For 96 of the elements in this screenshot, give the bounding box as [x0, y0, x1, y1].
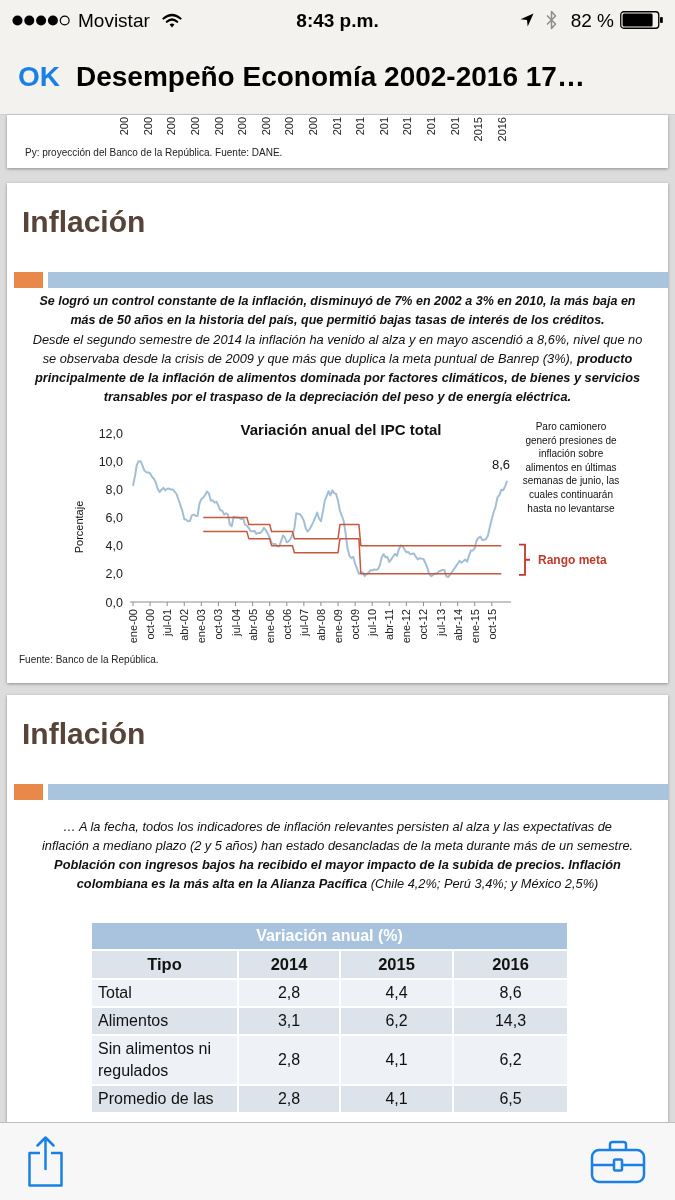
column-header: 2016	[454, 951, 567, 978]
axis-label: 201	[426, 117, 437, 136]
x-tick-label: abr-08	[314, 609, 327, 641]
table-cell: 6,5	[454, 1086, 567, 1112]
slide-paragraph: Desde el segundo semestre de 2014 la inflación ha venido al alza y en mayo ascendió a 8,6%, nivel que no se observaba desde la crisis de 2009 y que más que duplica la meta puntual de Banrep (3%), producto principalmente de la inflación de alimentos dominada por factores climáticos, de bienes y servicios transables por el traspaso de la depreciación del peso y de energía eléctrica.	[31, 331, 644, 406]
table-cell: Alimentos	[92, 1008, 237, 1034]
y-tick-label: 12,0	[98, 426, 123, 441]
y-axis-title: Porcentaje	[73, 500, 85, 554]
y-tick-label: 8,0	[105, 482, 123, 497]
x-tick-label: oct-03	[212, 609, 225, 640]
table-cell: 6,2	[454, 1036, 567, 1084]
table-cell: Sin alimentos ni regulados	[92, 1036, 237, 1084]
x-tick-label: oct-06	[280, 609, 293, 640]
y-tick-label: 2,0	[105, 567, 123, 582]
x-tick-label: abr-14	[451, 609, 464, 641]
accent-block	[14, 272, 43, 288]
range-bracket	[518, 543, 531, 576]
column-header: Tipo	[92, 951, 237, 978]
x-tick-label: abr-05	[246, 609, 259, 641]
chart-note: Paro camionero generó presiones de inflación sobre alimentos en últimas semanas de junio, las cuales continuarán hasta no levantarse	[521, 420, 621, 516]
battery-icon	[620, 11, 663, 29]
x-tick-label: oct-00	[144, 609, 157, 640]
location-arrow-icon	[519, 13, 534, 27]
axis-label: 200	[190, 117, 202, 136]
x-tick-label: oct-12	[417, 609, 430, 640]
axis-label: 200	[237, 117, 249, 136]
table-cell: 4,1	[341, 1036, 452, 1084]
x-tick-label: oct-09	[349, 609, 362, 640]
table-cell: 4,4	[341, 980, 452, 1006]
axis-label: 2015	[473, 117, 485, 142]
toolbox-icon	[590, 1140, 646, 1184]
status-time: 8:43 p.m.	[296, 10, 379, 30]
x-tick-label: jul-07	[297, 609, 310, 636]
table-cell: 2,8	[239, 1086, 339, 1112]
x-tick-label: ene-06	[263, 609, 276, 644]
column-header: 2015	[341, 951, 452, 978]
data-label: 8,6	[491, 456, 511, 472]
share-button[interactable]	[27, 1135, 64, 1187]
axis-label: 200	[213, 117, 225, 136]
axis-label: 201	[378, 117, 390, 136]
slide-title: Inflación	[22, 717, 146, 751]
x-tick-label: oct-15	[485, 609, 498, 640]
carrier-name: Movistar	[78, 10, 150, 30]
table-cell: 4,1	[341, 1086, 452, 1112]
axis-label: 201	[331, 117, 343, 136]
signal-strength-icon	[12, 14, 70, 26]
share-icon	[27, 1135, 64, 1187]
table-cell: Total	[92, 980, 237, 1006]
table-cell: 14,3	[454, 1008, 567, 1034]
bluetooth-icon	[545, 10, 557, 30]
x-tick-label: ene-12	[400, 609, 413, 644]
table-cell: 8,6	[454, 980, 567, 1006]
x-tick-label: abr-11	[383, 609, 396, 640]
axis-label: 200	[142, 117, 154, 136]
document-title: Desempeño Economía 2002-2016 17…	[76, 63, 585, 91]
axis-label: 201	[355, 117, 367, 136]
axis-label: 201	[449, 117, 461, 136]
toolbox-button[interactable]	[590, 1140, 646, 1184]
slide-title: Inflación	[22, 205, 146, 239]
y-tick-label: 4,0	[105, 539, 123, 554]
ok-button[interactable]: OK	[18, 63, 60, 91]
wifi-icon	[161, 12, 182, 28]
x-tick-label: jul-01	[161, 609, 174, 636]
table-caption: Variación anual (%)	[92, 923, 567, 949]
axis-label: 200	[308, 117, 320, 136]
axis-label: 200	[166, 117, 178, 136]
table-cell: 3,1	[239, 1008, 339, 1034]
y-tick-label: 10,0	[98, 454, 123, 469]
battery-percentage: 82 %	[570, 10, 614, 30]
slide-paragraph: Se logró un control constante de la inflación, disminuyó de 7% en 2002 a 3% en 2010, la más baja en más de 50 años en la historia del país, que permitió bajas tasas de interés de los créditos.	[38, 293, 637, 329]
x-tick-label: abr-02	[178, 609, 191, 641]
axis-label: 201	[402, 117, 414, 136]
table-cell: 2,8	[239, 980, 339, 1006]
x-tick-label: ene-09	[332, 609, 345, 644]
x-tick-label: ene-03	[195, 609, 208, 644]
chart-title: Variación anual del IPC total	[240, 421, 442, 438]
x-tick-label: jul-13	[434, 609, 447, 636]
x-tick-label: jul-10	[366, 609, 379, 636]
accent-block	[14, 784, 43, 800]
table-cell: 2,8	[239, 1036, 339, 1084]
y-tick-label: 0,0	[105, 595, 123, 610]
axis-label: 200	[284, 117, 296, 136]
y-tick-label: 6,0	[105, 511, 123, 525]
footnote: Py: proyección del Banco de la República. Fuente: DANE.	[25, 147, 283, 159]
table-cell: 6,2	[341, 1008, 452, 1034]
axis-label: 200	[119, 117, 131, 136]
axis-label: 200	[260, 117, 272, 136]
axis-label: 2016	[496, 117, 508, 142]
source-note: Fuente: Banco de la República.	[19, 654, 159, 666]
x-tick-label: jul-04	[229, 609, 242, 636]
range-label: Rango meta	[538, 552, 607, 567]
x-tick-label: ene-15	[468, 609, 481, 644]
column-header: 2014	[239, 951, 339, 978]
x-tick-label: ene-00	[127, 609, 139, 644]
slide-paragraph: … A la fecha, todos los indicadores de inflación relevantes persisten al alza y las expectativas de inflación a mediano plazo (2 y 5 años) han estado desancladas de la meta durante más de un semestre. Población con ingresos bajos ha recibido el mayor impacto de la subida de precios. Inflación colombiana es la más alta en la Alianza Pacífica (Chile 4,2%; Perú 3,4%; y México 2,5%)	[41, 818, 634, 893]
table-cell: Promedio de las	[92, 1086, 237, 1112]
